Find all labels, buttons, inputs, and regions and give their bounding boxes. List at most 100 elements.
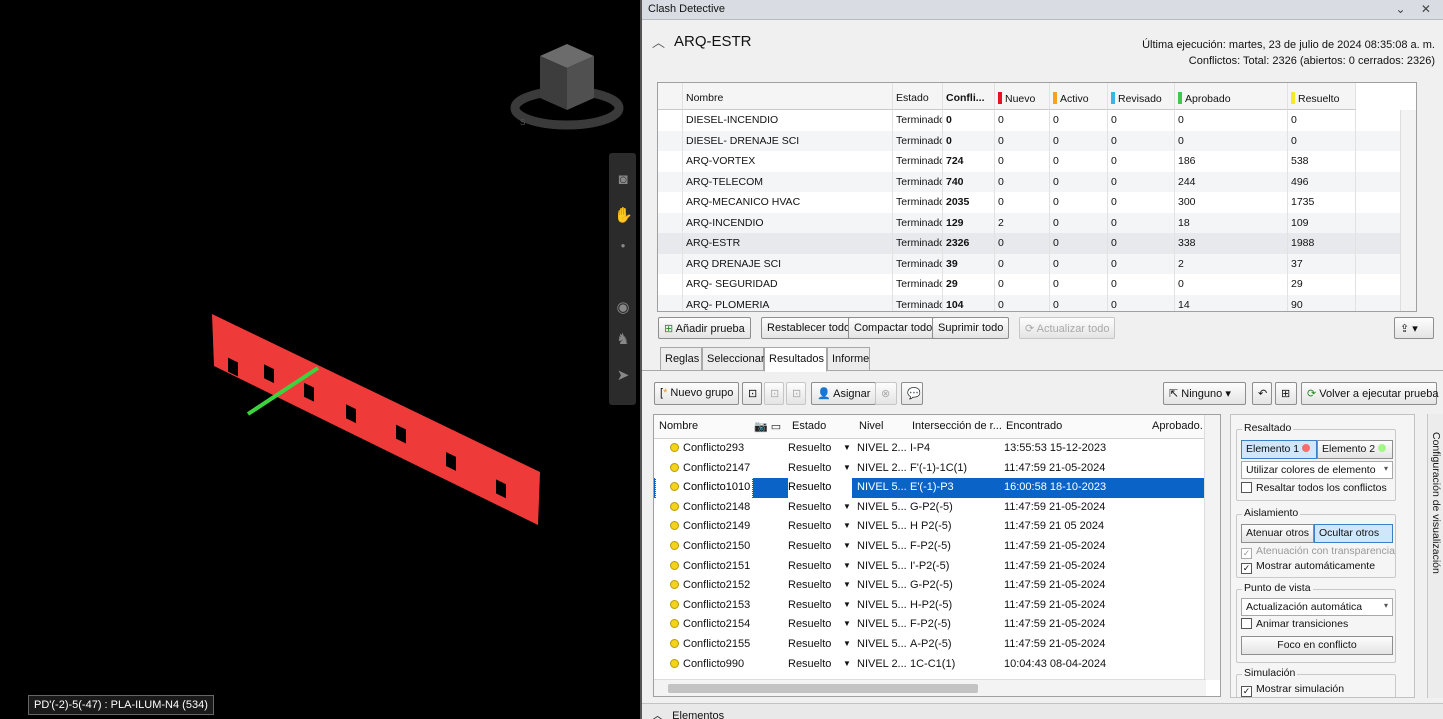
status-dot-icon xyxy=(670,482,679,492)
dropdown-arrow-icon[interactable]: ▼ xyxy=(843,443,851,452)
status-filter-dropdown[interactable]: ⇱ Ninguno ▾ xyxy=(1163,382,1246,405)
col-reviewed[interactable]: Revisado xyxy=(1108,83,1175,110)
col-approved[interactable]: Aprobado xyxy=(1175,83,1288,110)
hide-others-button[interactable]: Ocultar otros xyxy=(1314,524,1393,543)
dropdown-arrow-icon[interactable]: ▼ xyxy=(843,619,851,628)
col-active[interactable]: Activo xyxy=(1050,83,1108,110)
clash-wall-model[interactable] xyxy=(200,300,550,540)
rerun-test-button[interactable]: ⟳ Volver a ejecutar prueba xyxy=(1301,382,1439,405)
test-row[interactable]: ARQ- PLOMERIA Terminado 104 0 0 0 14 90 xyxy=(658,294,1416,311)
conflict-row[interactable]: Conflicto2151 Resuelto ▼ NIVEL 5... I'-P2(-5… xyxy=(654,557,1206,577)
conflict-row[interactable]: Conflicto1010 Resuelto ▼ NIVEL 5... E'(-1)-P… xyxy=(654,477,1206,499)
tests-scrollbar[interactable] xyxy=(1400,110,1416,311)
conflict-row[interactable]: Conflicto2149 Resuelto ▼ NIVEL 5... H P2(-5)… xyxy=(654,517,1206,537)
results-horizontal-scrollbar[interactable] xyxy=(654,679,1206,696)
panel-window-buttons[interactable]: ⌄ ✕ xyxy=(1396,2,1437,16)
pan-hand-icon[interactable]: ✋ xyxy=(614,207,633,225)
conflict-row[interactable]: Conflicto2150 Resuelto ▼ NIVEL 5... F-P2(-5)… xyxy=(654,537,1206,557)
dropdown-arrow-icon[interactable]: ▼ xyxy=(843,541,851,550)
test-row[interactable]: ARQ-MECANICO HVAC Terminado 2035 0 0 0 300 1735 xyxy=(658,192,1416,213)
transparency-checkbox[interactable]: ✓ Atenuación con transparencia xyxy=(1241,545,1395,559)
dropdown-arrow-icon[interactable]: ▼ xyxy=(843,600,851,609)
show-simulation-checkbox[interactable]: ✓ Mostrar simulación xyxy=(1241,683,1344,697)
col-approved[interactable]: Aprobado. xyxy=(1152,415,1212,438)
col-grid-intersection[interactable]: Intersección de r... xyxy=(912,415,1004,438)
conflict-row[interactable]: Conflicto990 Resuelto ▼ NIVEL 2... 1C-C1(1) 1… xyxy=(654,655,1206,675)
conflict-row[interactable]: Conflicto2155 Resuelto ▼ NIVEL 5... A-P2(-5)… xyxy=(654,635,1206,655)
results-table[interactable]: Nombre 📷 ▭ Estado Nivel Intersección de … xyxy=(653,414,1221,697)
test-row[interactable]: DIESEL-INCENDIO Terminado 0 0 0 0 0 0 xyxy=(658,110,1416,131)
chevron-up-icon[interactable]: ︿ xyxy=(652,32,665,51)
dropdown-arrow-icon[interactable]: ▼ xyxy=(843,463,851,472)
new-group-button[interactable]: [* Nuevo grupo xyxy=(654,382,740,405)
test-row[interactable]: DIESEL- DRENAJE SCI Terminado 0 0 0 0 0 0 xyxy=(658,130,1416,151)
col-name[interactable]: Nombre xyxy=(659,415,754,438)
tab-results[interactable]: Resultados xyxy=(764,347,827,372)
dropdown-arrow-icon[interactable]: ▼ xyxy=(843,639,851,648)
dropdown-arrow-icon[interactable]: ▼ xyxy=(843,482,851,491)
select-cursor-icon[interactable]: ➤ xyxy=(614,367,632,385)
test-row[interactable]: ARQ-ESTR Terminado 2326 0 0 0 338 1988 xyxy=(658,233,1416,254)
dim-others-button[interactable]: Atenuar otros xyxy=(1241,524,1314,543)
undo-icon[interactable]: ↶ xyxy=(1252,382,1272,405)
comment-icon[interactable]: 💬 xyxy=(901,382,923,405)
conflict-row[interactable]: Conflicto2152 Resuelto ▼ NIVEL 5... G-P2(-5)… xyxy=(654,576,1206,596)
update-all-button[interactable]: ⟳ Actualizar todo xyxy=(1019,317,1116,339)
dropdown-arrow-icon[interactable]: ▼ xyxy=(843,502,851,511)
tab-report[interactable]: Informe xyxy=(827,347,870,371)
orbit-icon[interactable]: ◉ xyxy=(614,299,632,317)
display-settings-side-tab[interactable]: Configuración de visualización xyxy=(1427,414,1443,698)
col-name[interactable]: Nombre xyxy=(683,83,893,110)
conflict-row[interactable]: Conflicto2148 Resuelto ▼ NIVEL 5... G-P2(-5)… xyxy=(654,498,1206,518)
col-conflicts[interactable]: Confli... xyxy=(943,83,995,110)
test-row[interactable]: ARQ-VORTEX Terminado 724 0 0 0 186 538 xyxy=(658,151,1416,172)
tab-select[interactable]: Seleccionar xyxy=(702,347,764,371)
dropdown-arrow-icon[interactable]: ▼ xyxy=(843,561,851,570)
assign-button[interactable]: 👤 Asignar xyxy=(811,382,877,405)
focus-conflict-button[interactable]: Foco en conflicto xyxy=(1241,636,1393,655)
walk-icon[interactable]: ♞ xyxy=(614,331,632,349)
viewcube[interactable]: S xyxy=(510,38,625,138)
export-menu-button[interactable]: ⇪ ▾ xyxy=(1394,317,1434,339)
add-test-button[interactable]: ⊞ Añadir prueba xyxy=(658,317,751,339)
dropdown-arrow-icon[interactable]: ▼ xyxy=(843,659,851,668)
delete-all-button[interactable]: Suprimir todo xyxy=(932,317,1010,339)
3d-viewport[interactable]: S ◙ ✋ ● ◉ ♞ ➤ PD'(-2)-5(-47) : PLA-ILUM-… xyxy=(0,0,638,719)
test-row[interactable]: ARQ- SEGURIDAD Terminado 29 0 0 0 0 29 xyxy=(658,274,1416,295)
tests-table[interactable]: Nombre Estado Confli... Nuevo Activo Rev… xyxy=(657,82,1417,312)
dropdown-arrow-icon[interactable]: ▼ xyxy=(843,521,851,530)
group-icon[interactable]: ⊡ xyxy=(742,382,762,405)
unassign-icon[interactable]: ⊗ xyxy=(875,382,897,405)
compact-all-button[interactable]: Compactar todo xyxy=(848,317,939,339)
test-row[interactable]: ARQ DRENAJE SCI Terminado 39 0 0 0 2 37 xyxy=(658,253,1416,274)
conflict-row[interactable]: Conflicto293 Resuelto ▼ NIVEL 2... I-P4 13:55… xyxy=(654,439,1206,459)
col-new[interactable]: Nuevo xyxy=(995,83,1050,110)
test-row[interactable]: ARQ-INCENDIO Terminado 129 2 0 0 18 109 xyxy=(658,212,1416,233)
test-approved: 18 xyxy=(1175,212,1288,233)
explode-group-icon[interactable]: ⊡ xyxy=(786,382,806,405)
reset-all-button[interactable]: Restablecer todo xyxy=(761,317,857,339)
element2-button[interactable]: Elemento 2 xyxy=(1317,440,1393,459)
results-vertical-scrollbar[interactable] xyxy=(1204,415,1220,680)
viewpoint-select[interactable]: Actualización automática ▾ xyxy=(1241,598,1393,616)
dropdown-arrow-icon[interactable]: ▼ xyxy=(843,580,851,589)
col-resolved[interactable]: Resuelto xyxy=(1288,83,1356,110)
highlight-all-checkbox[interactable]: Resaltar todos los conflictos xyxy=(1241,482,1387,494)
test-row[interactable]: ARQ-TELECOM Terminado 740 0 0 0 244 496 xyxy=(658,171,1416,192)
use-colors-select[interactable]: Utilizar colores de elemento ▾ xyxy=(1241,461,1393,479)
col-found[interactable]: Encontrado xyxy=(1006,415,1146,438)
conflict-row[interactable]: Conflicto2147 Resuelto ▼ NIVEL 2... F'(-1)-1… xyxy=(654,459,1206,479)
conflict-row[interactable]: Conflicto2154 Resuelto ▼ NIVEL 5... F-P2(-5)… xyxy=(654,615,1206,635)
conflict-row[interactable]: Conflicto2153 Resuelto ▼ NIVEL 5... H-P2(-5)… xyxy=(654,596,1206,616)
col-status[interactable]: Estado xyxy=(893,83,943,110)
ungroup-icon[interactable]: ⊡ xyxy=(764,382,784,405)
steering-wheel-icon[interactable]: ◙ xyxy=(614,171,632,189)
col-level[interactable]: Nivel xyxy=(859,415,909,438)
element1-button[interactable]: Elemento 1 xyxy=(1241,440,1317,459)
elements-section[interactable]: ︿ Elementos xyxy=(642,703,1443,719)
tab-rules[interactable]: Reglas xyxy=(660,347,702,371)
filter-icon[interactable]: ⊞ xyxy=(1275,382,1297,405)
animate-transitions-checkbox[interactable]: Animar transiciones xyxy=(1241,618,1348,630)
col-status[interactable]: Estado xyxy=(792,415,852,438)
auto-show-checkbox[interactable]: ✓ Mostrar automáticamente xyxy=(1241,560,1375,574)
